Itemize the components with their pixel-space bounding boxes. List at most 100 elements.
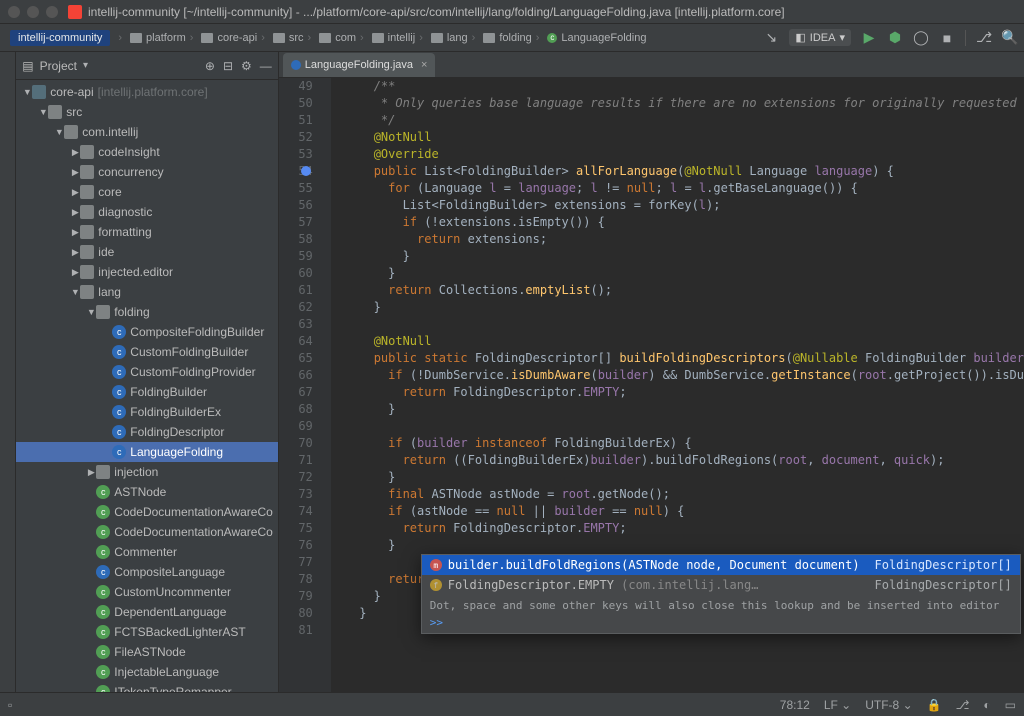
- tree-item[interactable]: cITokenTypeRemapper: [16, 682, 278, 692]
- close-icon[interactable]: ×: [421, 59, 427, 71]
- breadcrumb-item[interactable]: intellij-community: [6, 27, 126, 49]
- close-icon[interactable]: [8, 6, 20, 18]
- disclosure-icon[interactable]: [54, 127, 64, 137]
- project-tree[interactable]: core-api[intellij.platform.core]srccom.i…: [16, 80, 278, 692]
- disclosure-icon[interactable]: [38, 107, 48, 117]
- tree-item[interactable]: cFileASTNode: [16, 642, 278, 662]
- code-editor[interactable]: 4950515253545556575859606162636465666768…: [279, 78, 1024, 692]
- git-icon[interactable]: ⎇: [976, 30, 992, 46]
- chevron-down-icon[interactable]: ▾: [83, 60, 88, 71]
- window-controls[interactable]: [8, 6, 58, 18]
- coverage-icon[interactable]: ◯: [913, 30, 929, 46]
- tree-label: injection: [114, 465, 158, 479]
- caret-position[interactable]: 78:12: [780, 698, 810, 712]
- tree-item[interactable]: src: [16, 102, 278, 122]
- disclosure-icon[interactable]: [70, 147, 80, 158]
- run-configuration[interactable]: ◧ IDEA ▾: [789, 29, 851, 46]
- line-gutter[interactable]: 4950515253545556575859606162636465666768…: [279, 78, 331, 692]
- collapse-icon[interactable]: ⊟: [223, 59, 233, 73]
- disclosure-icon[interactable]: [22, 87, 32, 97]
- line-separator[interactable]: LF ⌄: [824, 698, 851, 712]
- arrow-left-icon[interactable]: ↘: [763, 30, 779, 46]
- inspection-icon[interactable]: ◐: [983, 698, 990, 712]
- disclosure-icon[interactable]: [70, 287, 80, 297]
- breadcrumb-item[interactable]: folding: [479, 27, 543, 49]
- tree-item[interactable]: cFCTSBackedLighterAST: [16, 622, 278, 642]
- tree-item[interactable]: cCustomFoldingBuilder: [16, 342, 278, 362]
- completion-hint-link[interactable]: >>: [430, 616, 443, 629]
- override-gutter-icon[interactable]: [301, 166, 311, 176]
- hide-icon[interactable]: —: [260, 59, 272, 73]
- tree-item[interactable]: cLanguageFolding: [16, 442, 278, 462]
- tree-item[interactable]: cCompositeFoldingBuilder: [16, 322, 278, 342]
- disclosure-icon[interactable]: [70, 167, 80, 178]
- tree-item[interactable]: cInjectableLanguage: [16, 662, 278, 682]
- gear-icon[interactable]: ⚙: [241, 59, 252, 73]
- breadcrumb-item[interactable]: cLanguageFolding: [543, 27, 654, 49]
- disclosure-icon[interactable]: [86, 307, 96, 317]
- disclosure-icon[interactable]: [70, 207, 80, 218]
- tree-item[interactable]: core: [16, 182, 278, 202]
- tree-item[interactable]: formatting: [16, 222, 278, 242]
- project-tool-title[interactable]: Project: [40, 59, 77, 73]
- stop-icon[interactable]: ■: [939, 30, 955, 46]
- disclosure-icon[interactable]: [70, 227, 80, 238]
- tree-item[interactable]: cCustomFoldingProvider: [16, 362, 278, 382]
- tree-item[interactable]: cCompositeLanguage: [16, 562, 278, 582]
- tree-item[interactable]: cFoldingBuilder: [16, 382, 278, 402]
- zoom-icon[interactable]: [46, 6, 58, 18]
- project-view-icon[interactable]: ▤: [22, 59, 33, 73]
- tree-label: InjectableLanguage: [114, 665, 219, 679]
- breadcrumb-item[interactable]: src: [269, 27, 315, 49]
- tree-label: ASTNode: [114, 485, 166, 499]
- completion-popup[interactable]: m builder.buildFoldRegions(ASTNode node,…: [421, 554, 1021, 634]
- completion-item[interactable]: f FoldingDescriptor.EMPTY (com.intellij.…: [422, 575, 1020, 595]
- tree-item[interactable]: concurrency: [16, 162, 278, 182]
- tree-item[interactable]: cFoldingDescriptor: [16, 422, 278, 442]
- tree-item[interactable]: lang: [16, 282, 278, 302]
- tree-item[interactable]: core-api[intellij.platform.core]: [16, 82, 278, 102]
- folder-icon: [80, 265, 94, 279]
- tree-item[interactable]: cCustomUncommenter: [16, 582, 278, 602]
- scroll-from-source-icon[interactable]: ⊕: [205, 59, 215, 73]
- tree-item[interactable]: diagnostic: [16, 202, 278, 222]
- tree-item[interactable]: codeInsight: [16, 142, 278, 162]
- search-icon[interactable]: 🔍: [1002, 30, 1018, 46]
- completion-return-type: FoldingDescriptor[]: [875, 557, 1012, 574]
- disclosure-icon[interactable]: [70, 187, 80, 198]
- tree-item[interactable]: folding: [16, 302, 278, 322]
- minimize-icon[interactable]: [27, 6, 39, 18]
- tree-item[interactable]: ide: [16, 242, 278, 262]
- tab-languagefolding[interactable]: LanguageFolding.java ×: [283, 53, 436, 77]
- tree-label: ide: [98, 245, 114, 259]
- tree-item[interactable]: injected.editor: [16, 262, 278, 282]
- completion-text: FoldingDescriptor.EMPTY (com.intellij.la…: [448, 577, 759, 594]
- tree-item[interactable]: cASTNode: [16, 482, 278, 502]
- git-icon[interactable]: ⎇: [956, 698, 970, 712]
- disclosure-icon[interactable]: [70, 247, 80, 258]
- breadcrumb-item[interactable]: platform: [126, 27, 197, 49]
- tree-item[interactable]: injection: [16, 462, 278, 482]
- disclosure-icon[interactable]: [86, 467, 96, 478]
- completion-item[interactable]: m builder.buildFoldRegions(ASTNode node,…: [422, 555, 1020, 575]
- separator: [965, 30, 966, 46]
- folder-icon: [201, 33, 213, 43]
- tree-item[interactable]: cCodeDocumentationAwareCo: [16, 502, 278, 522]
- disclosure-icon[interactable]: [70, 267, 80, 278]
- breadcrumb-item[interactable]: intellij: [368, 27, 427, 49]
- file-encoding[interactable]: UTF-8 ⌄: [865, 698, 912, 712]
- tree-item[interactable]: cCommenter: [16, 542, 278, 562]
- tree-item[interactable]: com.intellij: [16, 122, 278, 142]
- breadcrumb-item[interactable]: lang: [427, 27, 479, 49]
- memory-icon[interactable]: ▭: [1005, 698, 1016, 712]
- tree-item[interactable]: cDependentLanguage: [16, 602, 278, 622]
- lock-icon[interactable]: 🔒: [927, 698, 942, 712]
- class-icon: c: [112, 405, 126, 419]
- run-icon[interactable]: ▶: [861, 30, 877, 46]
- tree-item[interactable]: cFoldingBuilderEx: [16, 402, 278, 422]
- tree-item[interactable]: cCodeDocumentationAwareCo: [16, 522, 278, 542]
- breadcrumb-item[interactable]: core-api: [197, 27, 268, 49]
- project-errors-icon[interactable]: ▫: [8, 698, 12, 712]
- debug-icon[interactable]: ⬢: [887, 30, 903, 46]
- breadcrumb-item[interactable]: com: [315, 27, 367, 49]
